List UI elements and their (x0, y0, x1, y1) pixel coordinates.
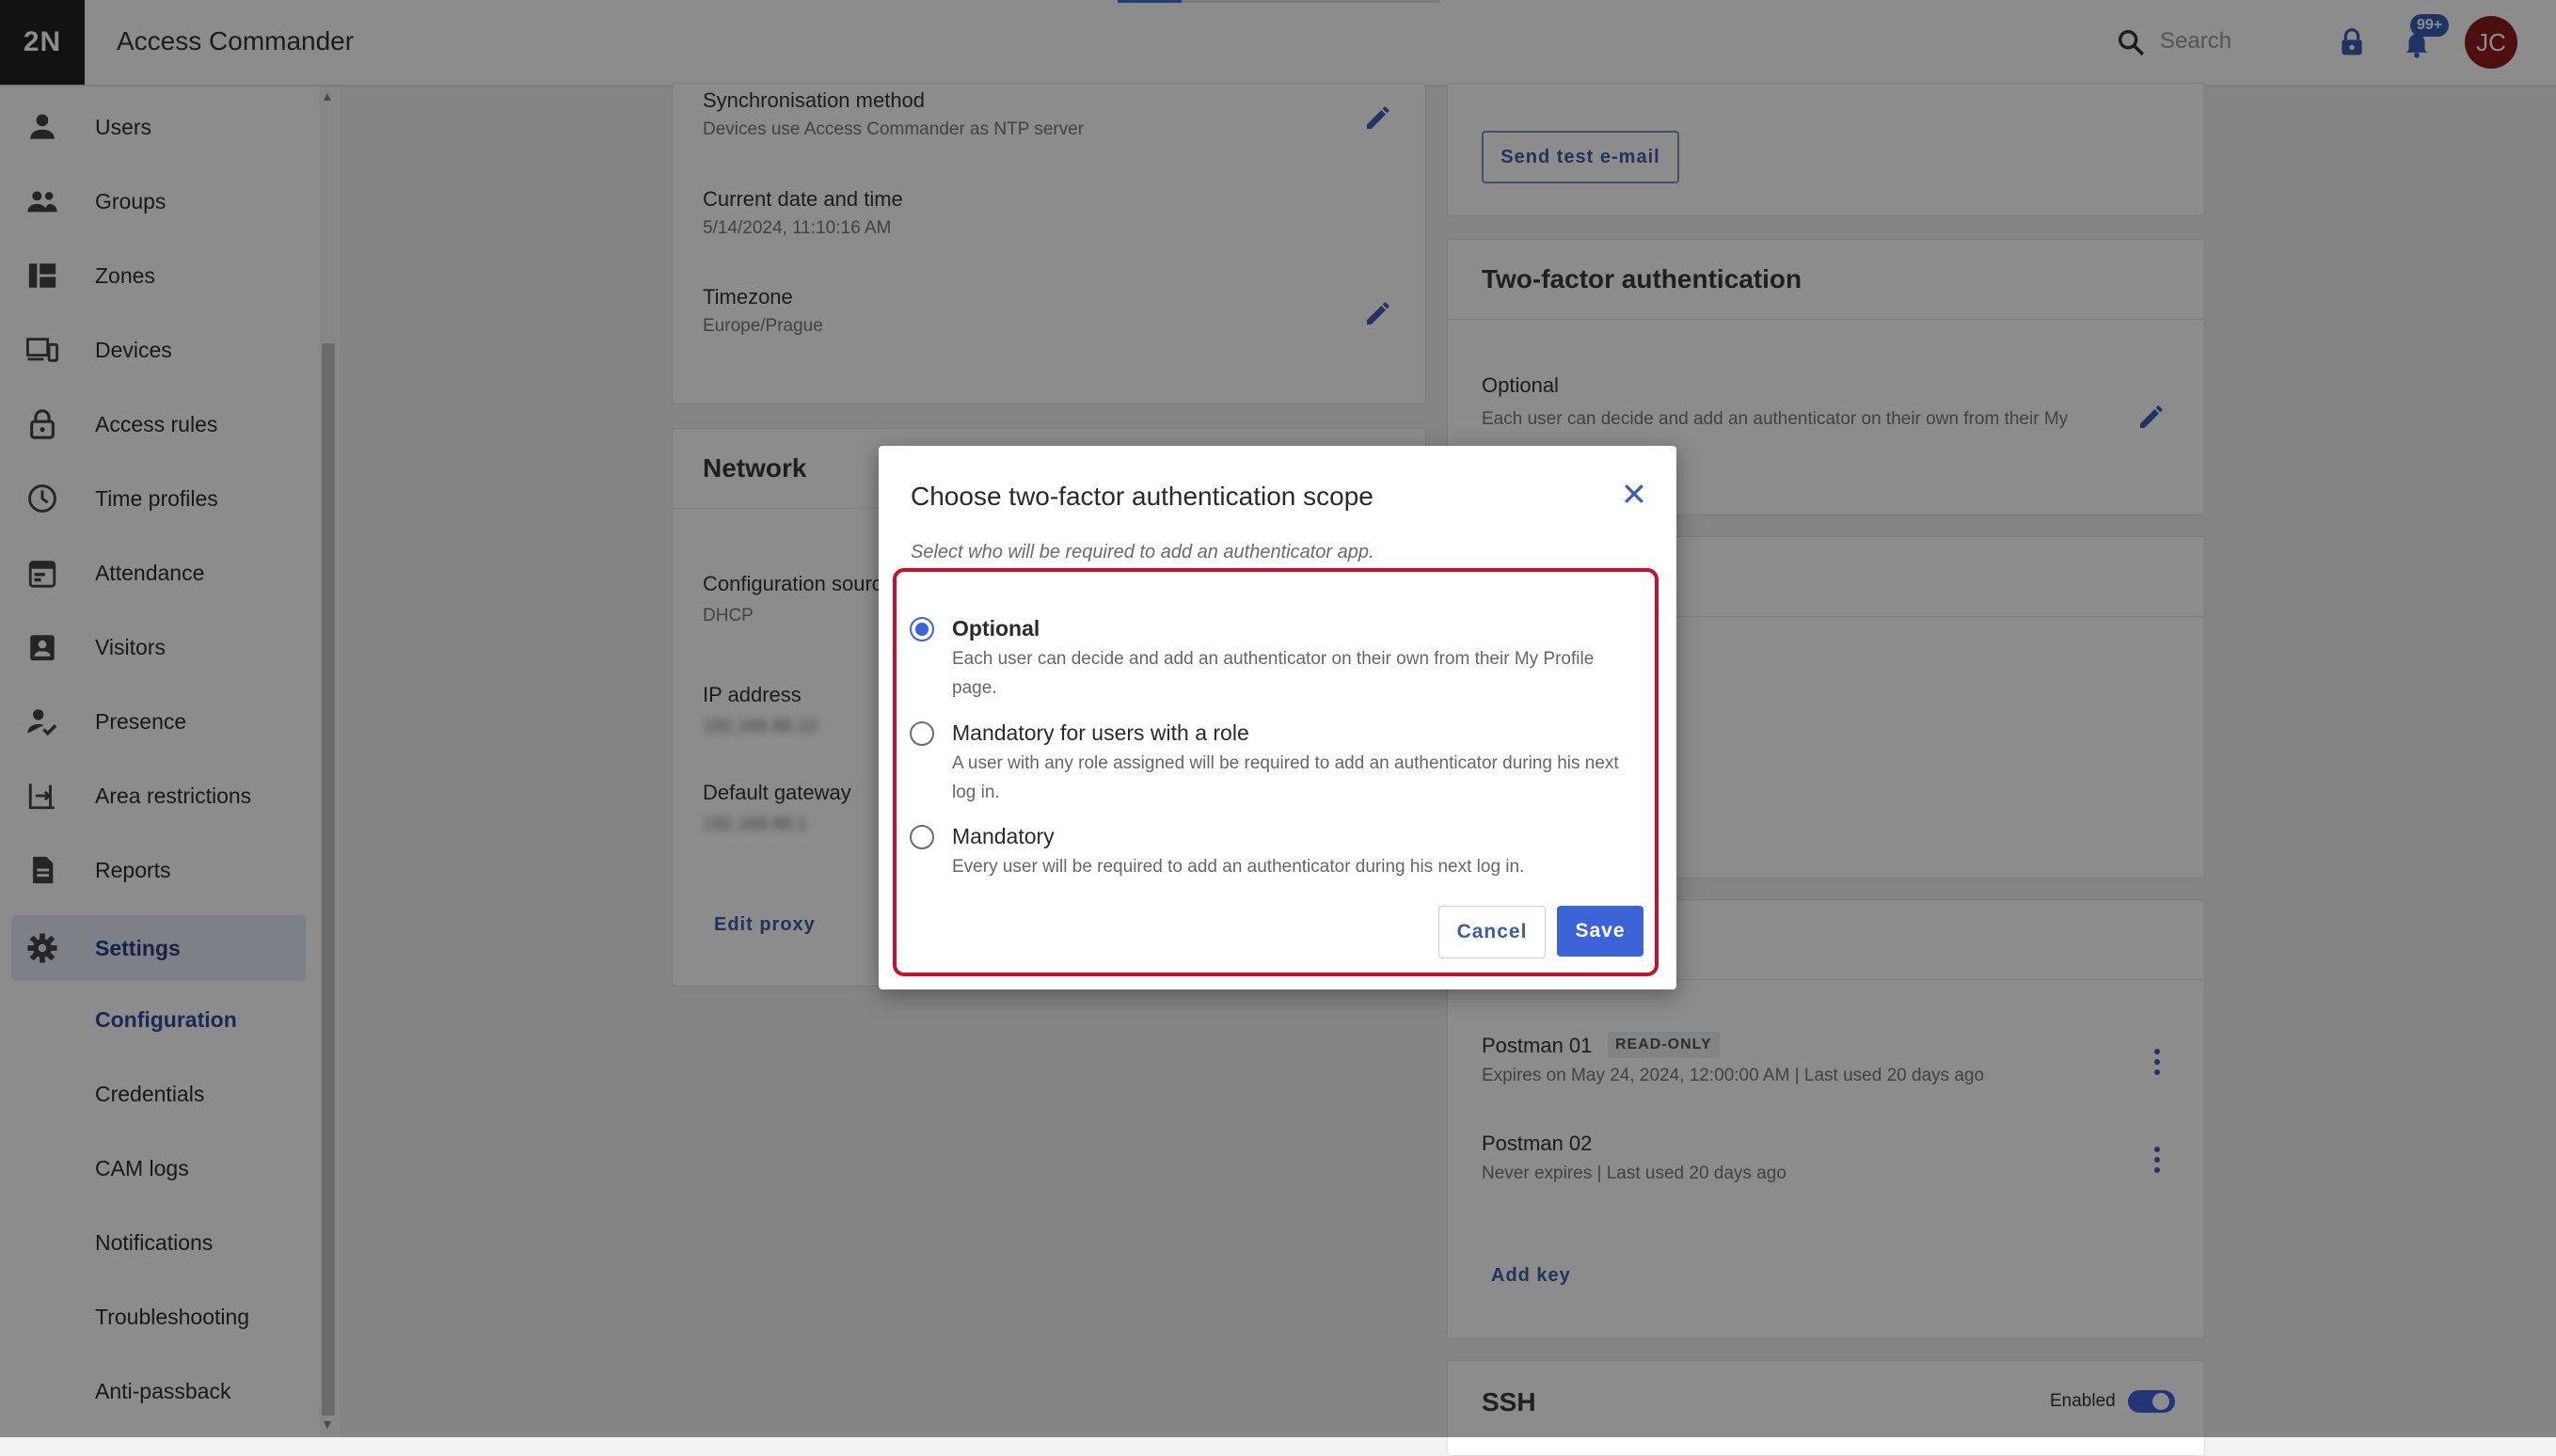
option-description: Every user will be required to add an au… (952, 857, 1525, 877)
radio-mandatory[interactable] (910, 825, 934, 849)
save-button[interactable]: Save (1557, 906, 1643, 957)
dialog-subtitle: Select who will be required to add an au… (911, 542, 1374, 562)
radio-mandatory-role[interactable] (910, 721, 934, 746)
option-description: Each user can decide and add an authenti… (952, 649, 1595, 698)
option-title[interactable]: Mandatory (952, 824, 1055, 849)
option-title[interactable]: Optional (952, 616, 1040, 641)
radio-optional[interactable] (910, 617, 934, 641)
option-description: A user with any role assigned will be re… (952, 753, 1619, 802)
option-title[interactable]: Mandatory for users with a role (952, 720, 1249, 746)
cancel-button[interactable]: Cancel (1438, 906, 1546, 958)
close-icon[interactable] (1620, 480, 1648, 508)
two-factor-scope-dialog: Choose two-factor authentication scope S… (879, 446, 1676, 989)
dialog-title: Choose two-factor authentication scope (911, 482, 1373, 511)
